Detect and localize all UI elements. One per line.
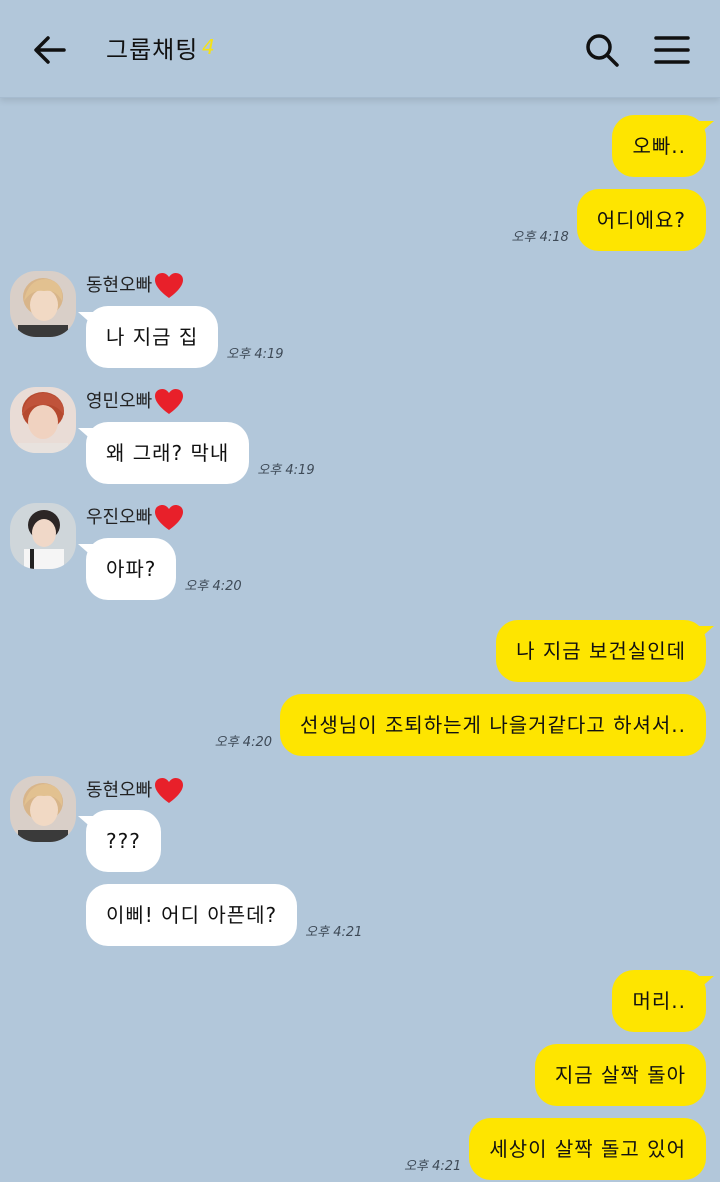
heart-icon xyxy=(155,273,184,298)
message-row-mine: 머리.. xyxy=(612,970,714,1032)
back-button[interactable] xyxy=(26,26,74,74)
message-row-mine: 오빠.. xyxy=(612,115,714,177)
chat-title: 그룹채팅 xyxy=(106,36,199,64)
message-row-mine: 선생님이 조퇴하는게 나을거같다고 하셔서.. 오후 4:20 xyxy=(207,694,706,756)
message-row-other: 왜 그래? 막내 오후 4:19 xyxy=(77,422,323,484)
profile-photo xyxy=(10,271,76,337)
avatar-woojin[interactable] xyxy=(10,503,76,569)
profile-photo xyxy=(10,776,76,842)
sender-name-text: 우진오빠 xyxy=(86,507,153,528)
message-time: 오후 4:20 xyxy=(214,735,272,750)
avatar-donghyun[interactable] xyxy=(10,271,76,337)
profile-photo xyxy=(10,503,76,569)
message-time: 오후 4:21 xyxy=(404,1159,462,1174)
menu-button[interactable] xyxy=(648,26,696,74)
message-bubble-mine[interactable]: 지금 살짝 돌아 xyxy=(534,1044,706,1106)
message-row-mine: 나 지금 보건실인데 xyxy=(496,620,714,682)
sender-name-donghyun: 동현오빠 xyxy=(86,776,184,806)
message-time: 오후 4:21 xyxy=(305,925,363,940)
message-bubble-other[interactable]: ??? xyxy=(78,810,161,872)
search-button[interactable] xyxy=(578,26,626,74)
message-bubble-mine[interactable]: 오빠.. xyxy=(612,115,714,177)
hamburger-menu-icon xyxy=(654,36,690,64)
arrow-left-icon xyxy=(34,36,66,64)
message-bubble-mine[interactable]: 선생님이 조퇴하는게 나을거같다고 하셔서.. xyxy=(280,694,706,756)
message-row-mine: 어디에요? 오후 4:18 xyxy=(504,189,706,251)
message-row-other: 이삐! 어디 아픈데? 오후 4:21 xyxy=(86,884,370,946)
message-time: 오후 4:19 xyxy=(257,463,315,478)
chat-header: 그룹채팅 4 xyxy=(0,0,720,98)
sender-name-donghyun: 동현오빠 xyxy=(86,271,184,301)
message-time: 오후 4:19 xyxy=(226,347,284,362)
message-row-mine: 세상이 살짝 돌고 있어 오후 4:21 xyxy=(396,1118,706,1180)
message-bubble-mine[interactable]: 어디에요? xyxy=(576,189,706,251)
sender-name-text: 영민오빠 xyxy=(86,391,153,412)
heart-icon xyxy=(155,389,184,414)
message-row-mine: 지금 살짝 돌아 xyxy=(534,1044,706,1106)
message-time: 오후 4:18 xyxy=(511,230,569,245)
avatar-youngmin[interactable] xyxy=(10,387,76,453)
chat-screen: 그룹채팅 4 오빠.. 어디에요? 오후 4:18 동현오빠 나 지금 집 오후… xyxy=(0,0,720,1182)
message-bubble-other[interactable]: 이삐! 어디 아픈데? xyxy=(86,884,298,946)
sender-name-text: 동현오빠 xyxy=(86,275,153,296)
search-icon xyxy=(586,34,619,67)
heart-icon xyxy=(155,778,184,803)
sender-name-woojin: 우진오빠 xyxy=(86,503,184,533)
message-bubble-other[interactable]: 왜 그래? 막내 xyxy=(77,422,250,484)
avatar-donghyun[interactable] xyxy=(10,776,76,842)
member-count: 4 xyxy=(202,35,215,59)
sender-name-youngmin: 영민오빠 xyxy=(86,387,184,417)
message-row-other: ??? xyxy=(78,810,161,872)
message-time: 오후 4:20 xyxy=(184,579,242,594)
message-bubble-other[interactable]: 나 지금 집 xyxy=(77,306,219,368)
message-bubble-mine[interactable]: 머리.. xyxy=(612,970,714,1032)
message-bubble-other[interactable]: 아파? xyxy=(77,538,177,600)
sender-name-text: 동현오빠 xyxy=(86,780,153,801)
message-row-other: 아파? 오후 4:20 xyxy=(77,538,250,600)
heart-icon xyxy=(155,505,184,530)
profile-photo xyxy=(10,387,76,453)
message-bubble-mine[interactable]: 나 지금 보건실인데 xyxy=(496,620,714,682)
message-row-other: 나 지금 집 오후 4:19 xyxy=(77,306,292,368)
message-bubble-mine[interactable]: 세상이 살짝 돌고 있어 xyxy=(469,1118,706,1180)
